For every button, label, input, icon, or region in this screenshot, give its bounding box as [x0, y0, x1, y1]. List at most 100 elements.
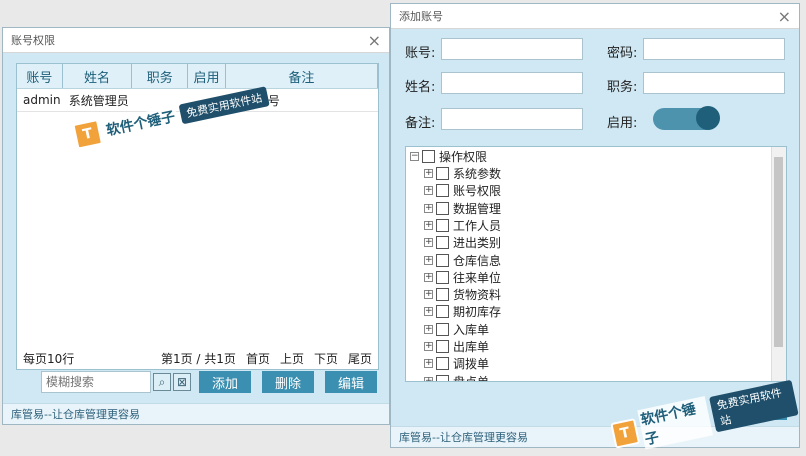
- tree-item-checkbox[interactable]: [436, 184, 449, 198]
- search-input[interactable]: [41, 371, 151, 393]
- tree-item-label: 仓库信息: [453, 253, 502, 268]
- prev-page-link[interactable]: 上页: [280, 350, 304, 367]
- tree-item[interactable]: + 入库单: [424, 321, 489, 338]
- expand-icon[interactable]: +: [424, 186, 433, 196]
- tree-item[interactable]: + 数据管理: [424, 200, 501, 217]
- header-name[interactable]: 姓名: [63, 64, 133, 88]
- tree-item[interactable]: + 货物资料: [424, 286, 501, 303]
- remark-field[interactable]: [441, 108, 583, 130]
- tree-item-checkbox[interactable]: [436, 374, 449, 381]
- watermark-logo-icon: T: [610, 418, 640, 449]
- right-titlebar: 添加账号 ×: [391, 4, 799, 29]
- tree-item[interactable]: + 系统参数: [424, 165, 501, 182]
- toggle-knob: [696, 106, 720, 130]
- tree-item[interactable]: + 工作人员: [424, 217, 501, 234]
- enabled-toggle[interactable]: [653, 106, 720, 130]
- cell-account: admin: [23, 93, 61, 107]
- tree-item[interactable]: + 调拨单: [424, 355, 489, 372]
- pager: 每页10行 第1页 / 共1页 首页 上页 下页 尾页: [16, 348, 379, 370]
- tree-item-checkbox[interactable]: [436, 218, 449, 232]
- per-page-label: 每页10行: [23, 352, 75, 366]
- tree-item-label: 进出类别: [453, 236, 502, 251]
- tree-item-checkbox[interactable]: [436, 270, 449, 284]
- watermark-slogan: 免费实用软件站: [709, 379, 799, 433]
- expand-icon[interactable]: +: [424, 307, 433, 317]
- expand-icon[interactable]: +: [424, 324, 433, 334]
- tree-root-label: 操作权限: [439, 150, 488, 164]
- header-remark[interactable]: 备注: [226, 64, 378, 88]
- search-bar: ⌕ ⊠: [41, 371, 191, 393]
- collapse-icon[interactable]: −: [410, 152, 419, 161]
- position-field[interactable]: [643, 72, 785, 94]
- expand-icon[interactable]: +: [424, 203, 433, 213]
- tree-item-checkbox[interactable]: [436, 288, 449, 302]
- cell-name: 系统管理员: [68, 93, 129, 108]
- tree-item-label: 货物资料: [453, 288, 502, 303]
- close-icon[interactable]: ×: [778, 7, 791, 26]
- tree-item-label: 入库单: [453, 322, 490, 337]
- add-button[interactable]: 添加: [199, 371, 251, 393]
- last-page-link[interactable]: 尾页: [348, 350, 372, 367]
- tree-item-label: 盘点单: [453, 374, 490, 382]
- permissions-tree: − 操作权限 + 系统参数 + 账号权限 + 数据管理 + 工作人员 + 进出类别 + 仓库信息 + 往来…: [405, 146, 787, 382]
- tree-item-checkbox[interactable]: [436, 253, 449, 267]
- header-position[interactable]: 职务: [132, 64, 189, 88]
- left-status-bar: 库管易--让仓库管理更容易: [3, 403, 389, 424]
- table-header: 账号 姓名 职务 启用 备注: [17, 64, 378, 89]
- expand-icon[interactable]: +: [424, 342, 433, 351]
- expand-icon[interactable]: +: [424, 238, 433, 248]
- expand-icon[interactable]: +: [424, 376, 433, 381]
- expand-icon[interactable]: +: [424, 169, 433, 178]
- expand-icon[interactable]: +: [424, 272, 433, 282]
- tree-item-checkbox[interactable]: [436, 201, 449, 215]
- tree-item-label: 工作人员: [453, 218, 502, 233]
- password-field[interactable]: [643, 38, 785, 60]
- tree-item-checkbox[interactable]: [436, 357, 449, 371]
- tree-item[interactable]: + 出库单: [424, 338, 489, 355]
- scroll-thumb[interactable]: [774, 157, 783, 347]
- clear-filter-icon[interactable]: ⊠: [173, 373, 191, 391]
- account-field[interactable]: [441, 38, 583, 60]
- first-page-link[interactable]: 首页: [246, 350, 270, 367]
- name-label: 姓名:: [405, 80, 436, 95]
- remark-label: 备注:: [405, 116, 436, 131]
- right-window-title: 添加账号: [399, 10, 443, 23]
- tree-item-checkbox[interactable]: [436, 340, 449, 353]
- add-account-window: 添加账号 × 账号: 密码: 姓名: 职务: 备注: 启用: − 操作权限 + 系…: [390, 3, 800, 450]
- tree-item-label: 系统参数: [453, 167, 502, 181]
- edit-button[interactable]: 编辑: [325, 371, 377, 393]
- account-permissions-window: 账号权限 × 账号 姓名 职务 启用 备注 admin 系统管理员 默认账号 每…: [2, 27, 390, 425]
- expand-icon[interactable]: +: [424, 220, 433, 230]
- tree-root-checkbox[interactable]: [422, 150, 435, 163]
- header-account[interactable]: 账号: [17, 64, 63, 88]
- header-enabled[interactable]: 启用: [188, 64, 226, 88]
- tree-item-checkbox[interactable]: [436, 236, 449, 250]
- next-page-link[interactable]: 下页: [314, 350, 338, 367]
- tree-item[interactable]: + 盘点单: [424, 373, 490, 382]
- left-window-title: 账号权限: [11, 34, 55, 47]
- left-titlebar: 账号权限 ×: [3, 28, 389, 53]
- tree-item[interactable]: + 进出类别: [424, 234, 501, 251]
- tree-scrollbar[interactable]: [771, 147, 786, 381]
- tree-item-label: 调拨单: [453, 357, 490, 372]
- tree-item-label: 往来单位: [453, 270, 502, 285]
- tree-item-checkbox[interactable]: [436, 322, 449, 336]
- delete-button[interactable]: 删除: [262, 371, 314, 393]
- name-field[interactable]: [441, 72, 583, 94]
- account-label: 账号:: [405, 46, 436, 61]
- tree-item-label: 出库单: [453, 340, 490, 354]
- tree-item-checkbox[interactable]: [436, 167, 449, 180]
- tree-root[interactable]: − 操作权限: [410, 148, 487, 165]
- close-icon[interactable]: ×: [368, 31, 381, 50]
- expand-icon[interactable]: +: [424, 359, 433, 369]
- tree-item-checkbox[interactable]: [436, 305, 449, 319]
- tree-item[interactable]: + 期初库存: [424, 303, 501, 320]
- password-label: 密码:: [607, 46, 638, 61]
- expand-icon[interactable]: +: [424, 255, 433, 265]
- search-icon[interactable]: ⌕: [153, 373, 171, 391]
- tree-item[interactable]: + 往来单位: [424, 269, 501, 286]
- tree-item-label: 账号权限: [453, 184, 502, 199]
- tree-item[interactable]: + 账号权限: [424, 182, 501, 199]
- tree-item[interactable]: + 仓库信息: [424, 252, 501, 269]
- expand-icon[interactable]: +: [424, 290, 433, 300]
